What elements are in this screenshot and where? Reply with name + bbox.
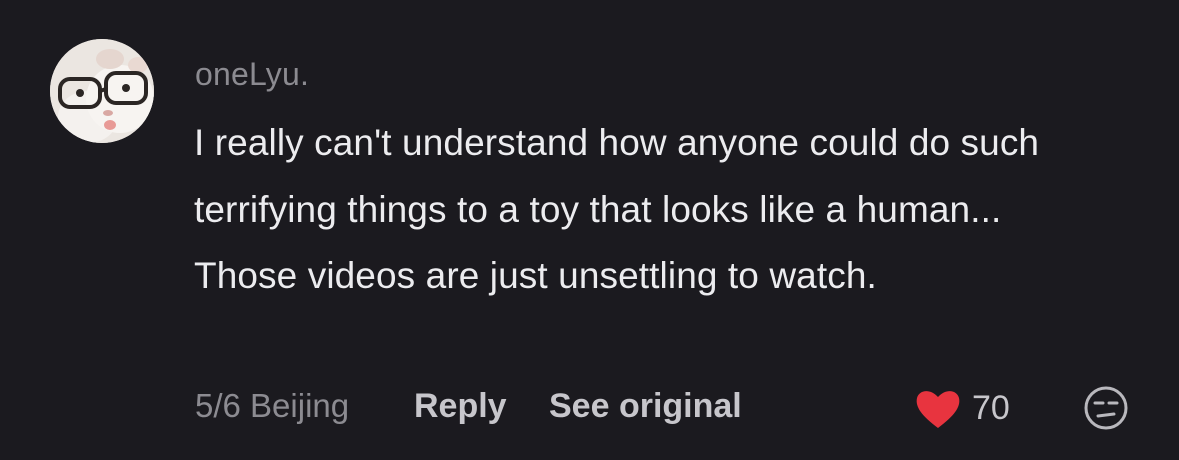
reaction-button[interactable] <box>1082 384 1130 432</box>
unamused-face-icon <box>1084 386 1128 430</box>
username[interactable]: oneLyu. <box>195 54 309 94</box>
see-original-button[interactable]: See original <box>549 386 742 426</box>
avatar[interactable] <box>50 39 154 143</box>
comment-footer: 5/6 Beijing Reply See original 70 <box>0 382 1179 430</box>
date-location: 5/6 Beijing <box>195 387 350 424</box>
hamster-avatar-icon <box>50 39 154 143</box>
comment-text: I really can't understand how anyone cou… <box>194 122 1040 296</box>
like-button[interactable]: 70 <box>914 382 1024 430</box>
comment-item: oneLyu. I really can't understand how an… <box>0 0 1179 460</box>
reply-button[interactable]: Reply <box>414 386 507 426</box>
heart-icon <box>916 391 960 428</box>
like-count: 70 <box>972 389 1010 427</box>
